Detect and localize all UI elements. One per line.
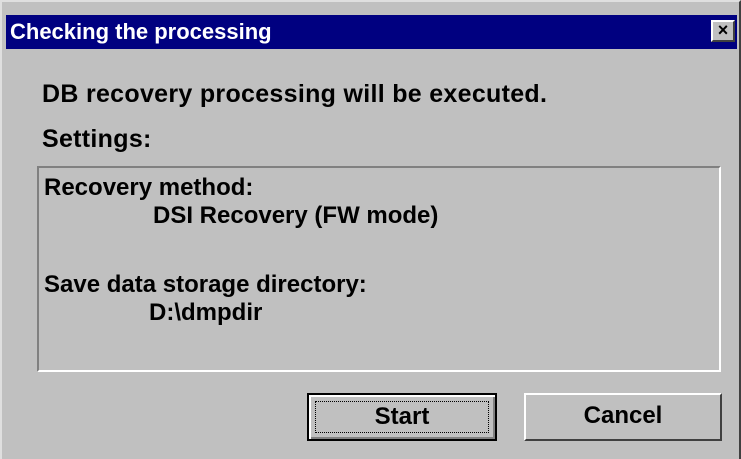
settings-panel: Recovery method: DSI Recovery (FW mode) … xyxy=(37,166,721,372)
settings-heading: Settings: xyxy=(42,125,152,153)
recovery-method-value: DSI Recovery (FW mode) xyxy=(153,202,439,229)
confirm-dialog: Checking the processing × DB recovery pr… xyxy=(0,0,741,459)
close-icon[interactable]: × xyxy=(711,20,735,42)
save-dir-value: D:\dmpdir xyxy=(149,299,263,326)
start-button[interactable]: Start xyxy=(307,393,497,441)
save-dir-label: Save data storage directory: xyxy=(44,271,367,298)
cancel-button[interactable]: Cancel xyxy=(524,393,722,441)
dialog-title: Checking the processing xyxy=(10,19,272,44)
title-bar[interactable]: Checking the processing × xyxy=(6,15,737,49)
confirm-message: DB recovery processing will be executed. xyxy=(42,80,548,108)
start-button-label: Start xyxy=(315,401,489,433)
recovery-method-label: Recovery method: xyxy=(44,174,254,201)
